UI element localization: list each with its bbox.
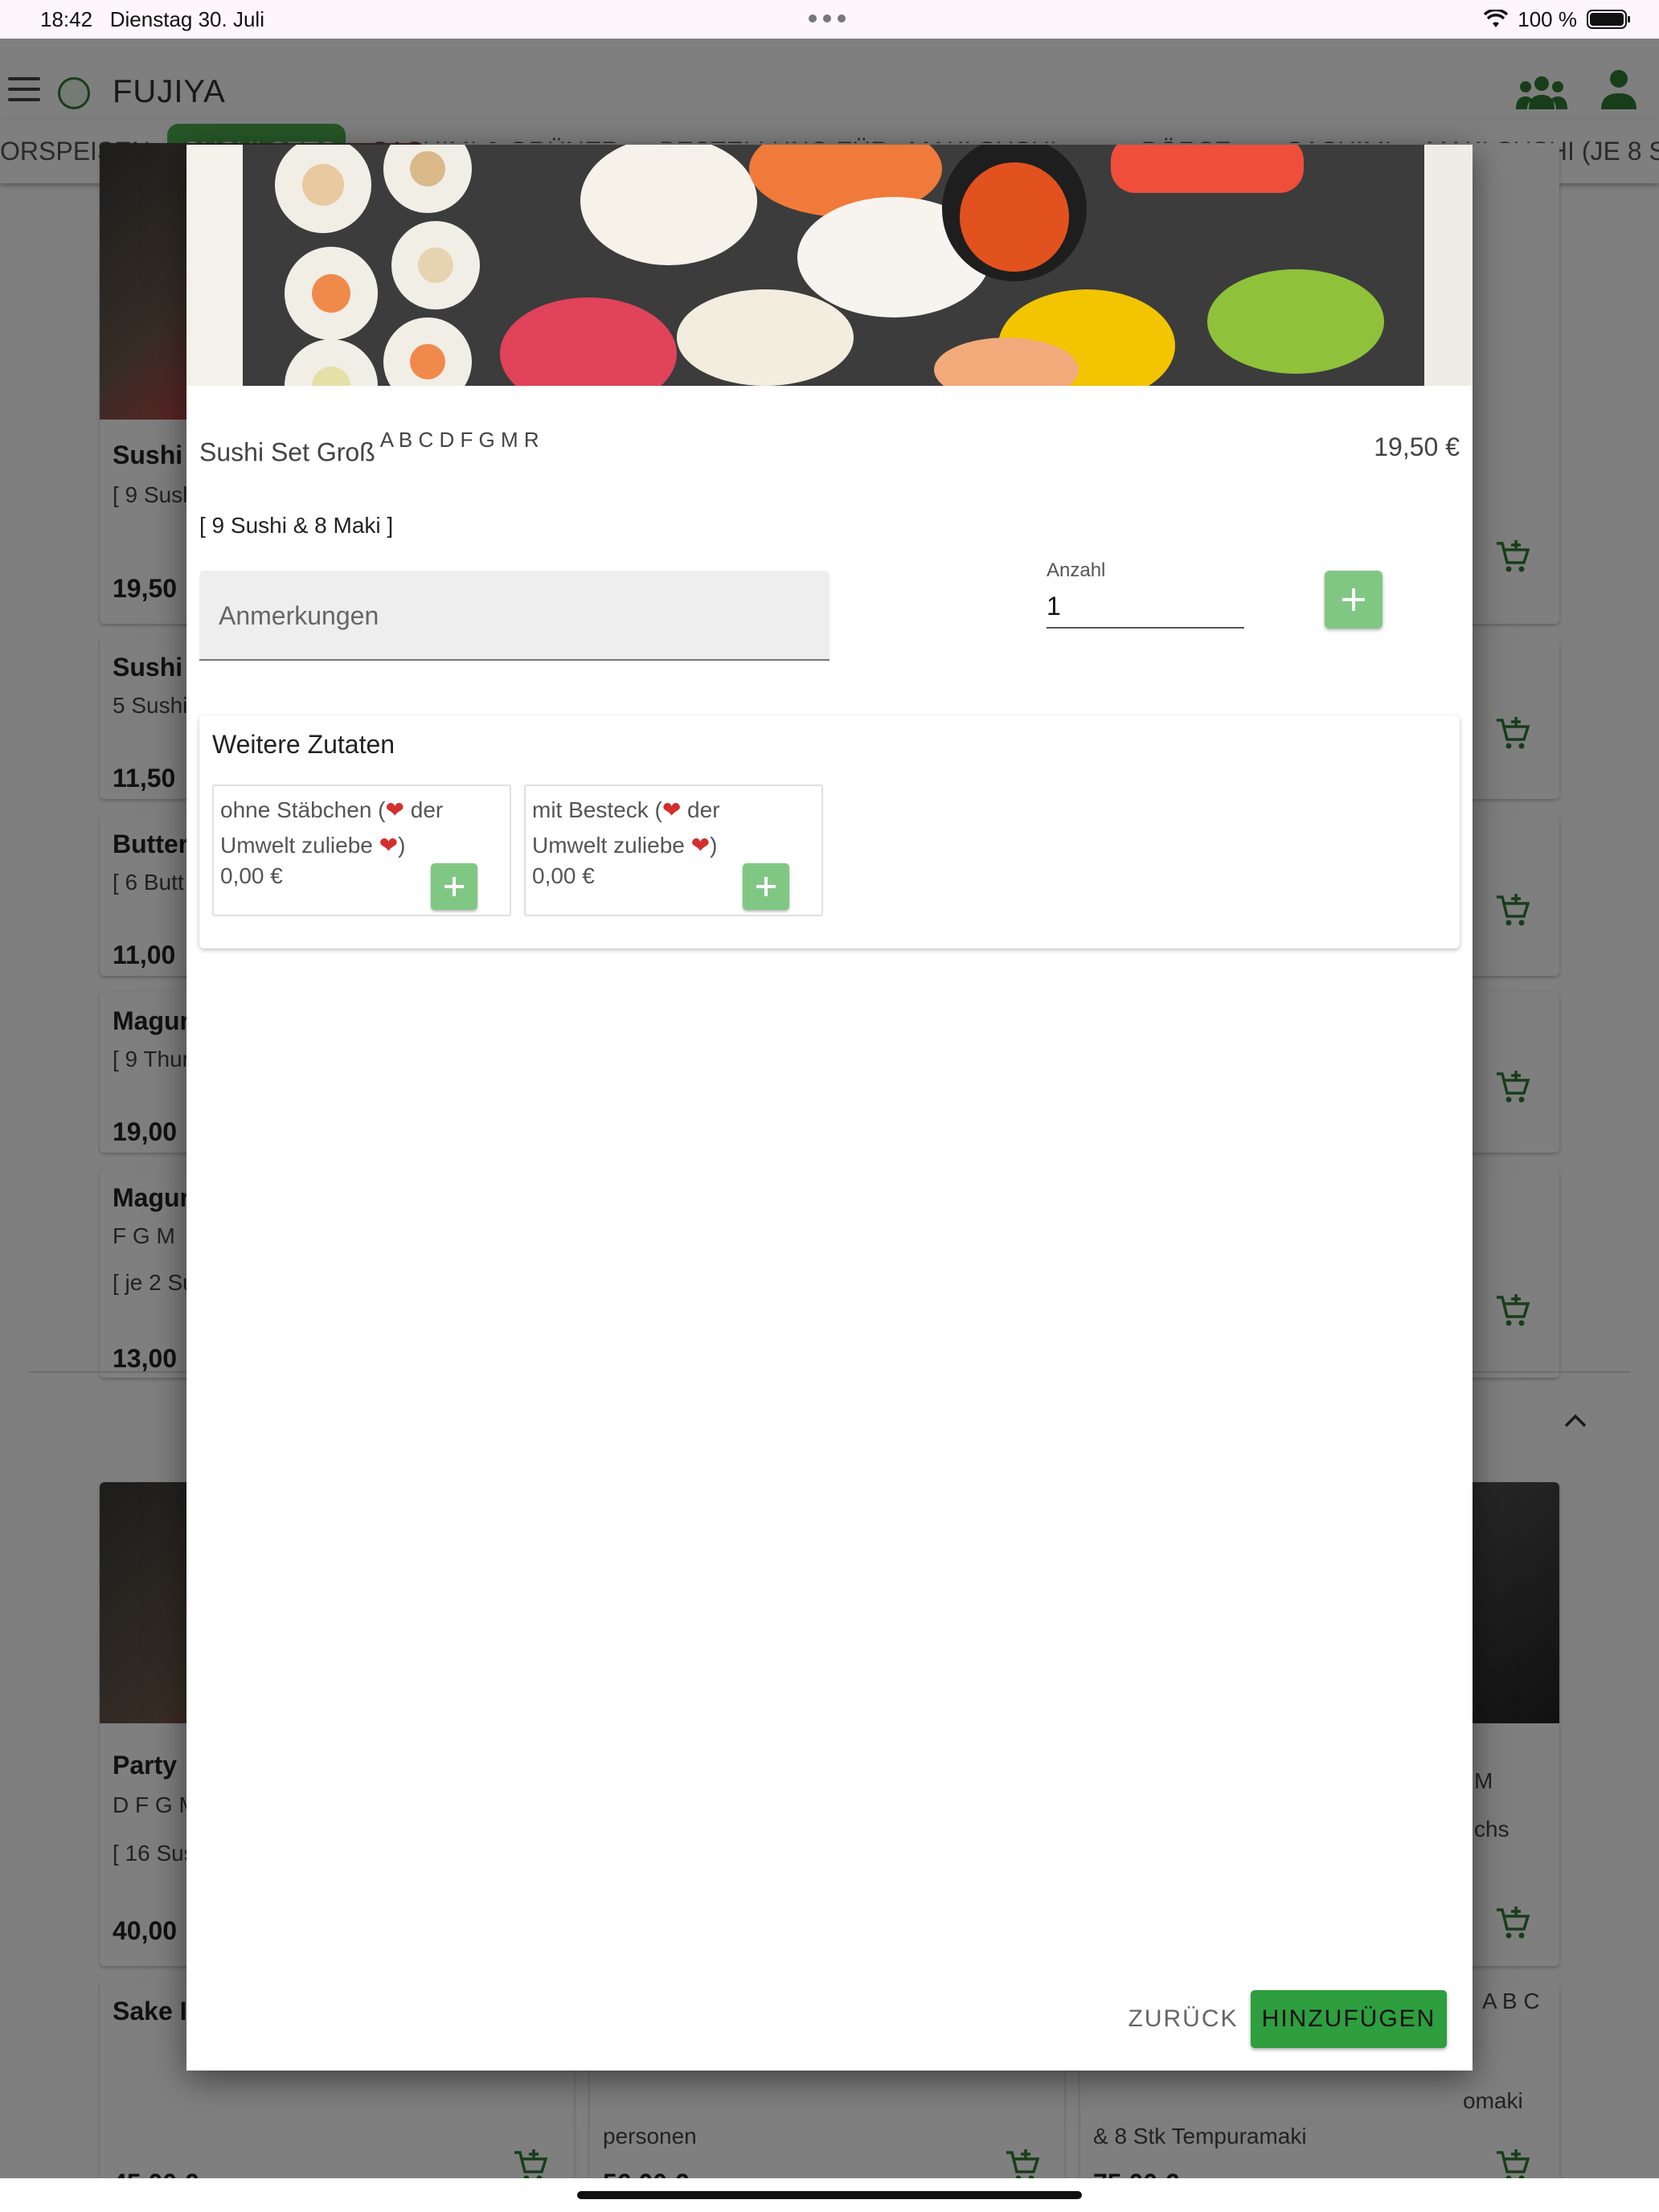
product-price: 19,50 € [1374, 432, 1460, 461]
status-date: Dienstag 30. Juli [109, 7, 264, 31]
extra-option-label: mit Besteck (❤ der Umwelt zuliebe ❤) [532, 793, 773, 863]
product-dialog: Sushi Set Groß A B C D F G M R 19,50 € [ … [186, 145, 1473, 2071]
extra-option-no-chopsticks: ohne Stäbchen (❤ der Umwelt zuliebe ❤) 0… [212, 784, 511, 916]
add-to-order-button[interactable]: HINZUFÜGEN [1251, 1990, 1447, 2048]
heart-icon: ❤ [690, 833, 711, 858]
extras-panel: Weitere Zutaten ohne Stäbchen (❤ der Umw… [199, 715, 1460, 948]
heart-icon: ❤ [385, 797, 404, 822]
quantity-label: Anzahl [1047, 559, 1106, 581]
extra-option-price: 0,00 € [532, 863, 595, 888]
product-description: [ 9 Sushi & 8 Maki ] [199, 513, 394, 538]
battery-percent: 100 % [1518, 6, 1577, 31]
product-title: Sushi Set Groß [199, 437, 375, 467]
battery-icon [1587, 10, 1630, 29]
multitasking-dots-icon[interactable] [809, 14, 849, 23]
extra-option-label: ohne Stäbchen (❤ der Umwelt zuliebe ❤) [220, 793, 461, 863]
quantity-increase-button[interactable] [1325, 571, 1382, 629]
notes-field[interactable] [199, 571, 830, 661]
extra-option-with-cutlery: mit Besteck (❤ der Umwelt zuliebe ❤) 0,0… [524, 784, 823, 916]
heart-icon: ❤ [379, 833, 399, 858]
add-extra-button[interactable] [743, 863, 789, 910]
plus-icon [756, 877, 776, 896]
quantity-input[interactable] [1047, 585, 1244, 629]
extras-title: Weitere Zutaten [212, 730, 395, 759]
back-button[interactable]: ZURÜCK [1103, 1990, 1264, 2048]
status-bar: 18:42 Dienstag 30. Juli 100 % [0, 0, 1659, 39]
heart-icon: ❤ [662, 797, 682, 822]
notes-input[interactable] [219, 598, 805, 633]
allergen-codes: A B C D F G M R [379, 428, 539, 452]
home-indicator[interactable] [577, 2191, 1082, 2199]
product-name: Sushi Set Groß A B C D F G M R [199, 428, 539, 468]
product-image [186, 145, 1473, 386]
status-time: 18:42 Dienstag 30. Juli [40, 7, 264, 31]
add-extra-button[interactable] [431, 863, 477, 910]
plus-icon [1342, 588, 1365, 611]
wifi-icon [1484, 10, 1509, 27]
extra-option-price: 0,00 € [220, 863, 283, 888]
plus-icon [444, 877, 464, 896]
status-indicators: 100 % [1484, 6, 1630, 32]
